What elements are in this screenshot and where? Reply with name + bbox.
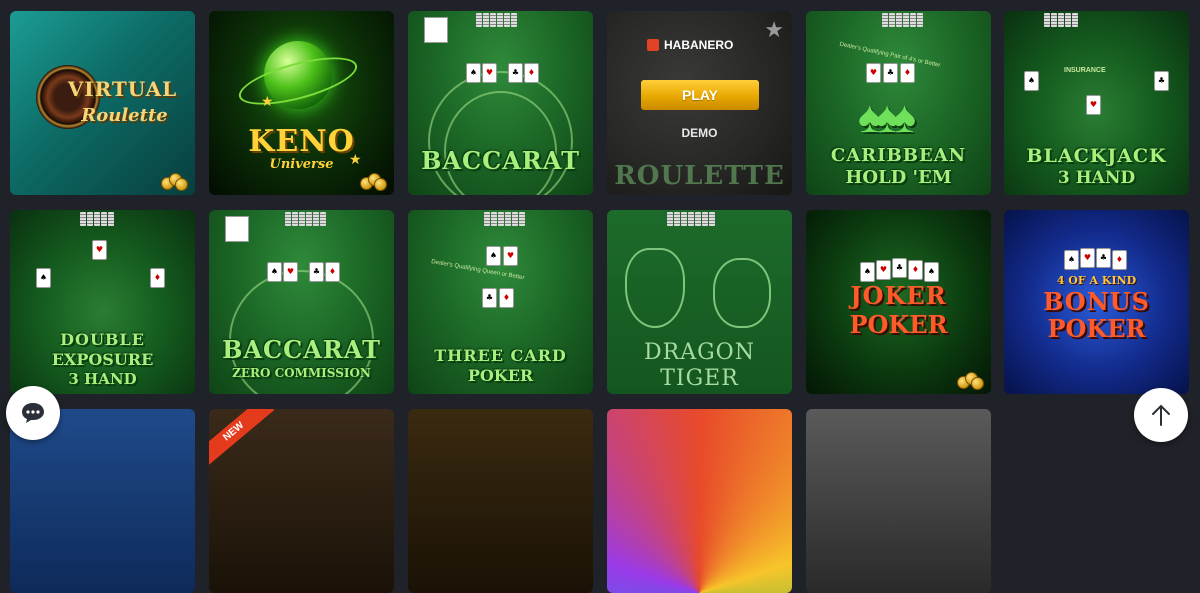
game-tile-partial-4[interactable] <box>607 409 792 593</box>
card: ♠ <box>924 262 939 282</box>
game-subtitle-2: 3 HAND <box>68 370 137 388</box>
card: ♣ <box>482 288 497 308</box>
jackpot-coins-icon <box>161 173 189 191</box>
new-badge: NEW <box>209 409 289 469</box>
scroll-top-button[interactable] <box>1134 388 1188 442</box>
card: ♥ <box>92 240 107 260</box>
card: ♣ <box>309 262 324 282</box>
game-tile-roulette[interactable]: ★ HABANERO PLAY DEMO ROULETTE <box>607 11 792 195</box>
game-tile-virtual-roulette[interactable]: VIRTUAL Roulette <box>10 11 195 195</box>
play-button[interactable]: PLAY <box>641 80 759 110</box>
chip-rack <box>484 212 525 226</box>
chip-rack <box>476 13 517 27</box>
card: ♠ <box>36 268 51 288</box>
chip-rack <box>285 212 326 226</box>
spade-icon: ♠♠♠ <box>858 93 916 142</box>
card: ♠ <box>466 63 481 83</box>
game-subtitle: Universe <box>269 157 334 172</box>
card: ♦ <box>325 262 340 282</box>
game-tile-dragon-tiger[interactable]: DRAGON TIGER <box>607 210 792 394</box>
chip-rack <box>667 212 715 226</box>
chip-rack <box>882 13 923 27</box>
game-tile-double-exposure[interactable]: ♥ ♠ ♦ DOUBLE EXPOSURE 3 HAND <box>10 210 195 394</box>
provider-logo: HABANERO <box>647 38 733 52</box>
card: ♣ <box>1096 248 1111 268</box>
star-icon: ★ <box>349 151 362 167</box>
card: ♠ <box>267 262 282 282</box>
arrow-up-icon <box>1152 404 1170 426</box>
game-tile-joker-poker[interactable]: ♠ ♥ ♣ ♦ ♠ JOKER POKER <box>806 210 991 394</box>
card: ♥ <box>1086 95 1101 115</box>
game-title: CARIBBEAN <box>830 145 967 166</box>
game-title: THREE CARD <box>434 346 567 365</box>
scoreboard <box>225 216 249 242</box>
game-title: DOUBLE <box>60 330 145 349</box>
card: ♦ <box>524 63 539 83</box>
card: ♥ <box>1080 248 1095 268</box>
card: ♦ <box>499 288 514 308</box>
game-tile-baccarat[interactable]: ♠ ♥ ♣ ♦ BACCARAT <box>408 11 593 195</box>
game-subtitle-2: POKER <box>1047 314 1146 343</box>
game-tile-baccarat-zero[interactable]: ♠ ♥ ♣ ♦ BACCARAT ZERO COMMISSION <box>209 210 394 394</box>
games-grid: VIRTUAL Roulette KENO Universe ★ ★ ♠ ♥ ♣… <box>0 0 1200 593</box>
card: ♦ <box>150 268 165 288</box>
chat-bubble-icon <box>22 403 44 423</box>
table-text: INSURANCE <box>1064 67 1106 74</box>
card: ♦ <box>900 63 915 83</box>
chip-rack <box>1044 13 1078 27</box>
card: ♥ <box>283 262 298 282</box>
game-tile-blackjack-3-hand[interactable]: INSURANCE ♠ ♥ ♣ BLACKJACK 3 HAND <box>1004 11 1189 195</box>
chat-button[interactable] <box>6 386 60 440</box>
game-subtitle: POKER <box>467 366 534 385</box>
card: ♠ <box>1024 71 1039 91</box>
game-tile-bonus-poker[interactable]: ♠ ♥ ♣ ♦ 4 OF A KIND BONUS POKER <box>1004 210 1189 394</box>
game-subtitle: EXPOSURE <box>51 350 154 369</box>
game-title: BLACKJACK <box>1026 145 1167 167</box>
game-title: BACCARAT <box>421 146 580 175</box>
dragon-icon <box>625 248 685 328</box>
game-tile-partial-2[interactable]: NEW <box>209 409 394 593</box>
game-subtitle: Roulette <box>81 105 168 126</box>
star-icon[interactable]: ★ <box>764 17 784 43</box>
game-title: JOKER <box>850 281 947 310</box>
card: ♣ <box>1154 71 1169 91</box>
card: ♦ <box>1112 250 1127 270</box>
game-tile-partial-3[interactable] <box>408 409 593 593</box>
card: ♠ <box>1064 250 1079 270</box>
card: ♦ <box>908 260 923 280</box>
jackpot-coins-icon <box>360 173 388 191</box>
card: ♣ <box>892 258 907 278</box>
jackpot-coins-icon <box>957 372 985 390</box>
game-tile-caribbean-holdem[interactable]: Dealer's Qualifying Pair of 4's or Bette… <box>806 11 991 195</box>
card: ♣ <box>508 63 523 83</box>
scoreboard <box>424 17 448 43</box>
game-subtitle: POKER <box>849 310 948 339</box>
card: ♥ <box>482 63 497 83</box>
game-subtitle: TIGER <box>660 366 739 391</box>
game-subtitle: 4 OF A KIND <box>1056 274 1137 287</box>
game-tile-three-card-poker[interactable]: ♠ ♥ Dealer's Qualifying Queen or Better … <box>408 210 593 394</box>
demo-link[interactable]: DEMO <box>607 126 792 140</box>
game-title: BACCARAT <box>222 335 381 364</box>
card: ♥ <box>876 260 891 280</box>
game-title: KENO <box>248 124 355 159</box>
card: ♠ <box>486 246 501 266</box>
game-title: VIRTUAL <box>67 77 178 101</box>
game-title: BONUS <box>1043 287 1150 316</box>
card: ♥ <box>866 63 881 83</box>
chip-rack <box>80 212 114 226</box>
game-tile-keno-universe[interactable]: KENO Universe ★ ★ <box>209 11 394 195</box>
card: ♥ <box>503 246 518 266</box>
game-subtitle: 3 HAND <box>1057 168 1136 188</box>
tiger-icon <box>713 258 771 328</box>
game-subtitle: ZERO COMMISSION <box>232 366 371 380</box>
habanero-logo-icon <box>647 39 659 51</box>
game-subtitle: HOLD 'EM <box>845 167 952 188</box>
star-icon: ★ <box>261 93 274 109</box>
game-title: ROULETTE <box>614 161 785 191</box>
game-tile-partial-5[interactable] <box>806 409 991 593</box>
card: ♠ <box>860 262 875 282</box>
game-title: DRAGON <box>644 340 755 365</box>
card: ♣ <box>883 63 898 83</box>
